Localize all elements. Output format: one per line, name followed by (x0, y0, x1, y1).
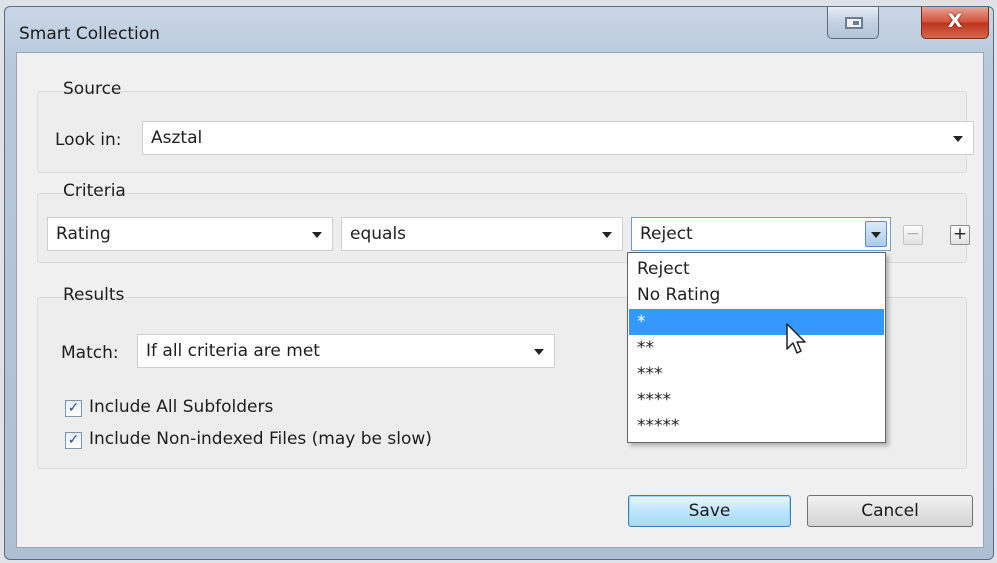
chevron-down-icon (602, 232, 612, 238)
include-subfolders-checkbox[interactable]: ✓ (65, 400, 82, 417)
mouse-cursor-icon (786, 323, 806, 354)
dropdown-option[interactable]: No Rating (629, 282, 884, 308)
criteria-value-value: Reject (640, 224, 693, 244)
rating-dropdown-list: Reject No Rating * ** *** **** ***** (627, 252, 886, 443)
cancel-button[interactable]: Cancel (807, 495, 973, 527)
dropdown-option[interactable]: Reject (629, 256, 884, 282)
criteria-operator-select[interactable]: equals (341, 217, 623, 251)
remove-criteria-button[interactable]: − (903, 225, 923, 245)
match-label: Match: (61, 343, 119, 363)
criteria-field-value: Rating (56, 224, 111, 244)
chevron-down-icon (534, 349, 544, 355)
source-group-label: Source (63, 79, 122, 99)
dropdown-option[interactable]: ** (629, 335, 884, 361)
add-criteria-button[interactable]: + (950, 225, 970, 245)
save-button[interactable]: Save (628, 495, 791, 527)
match-value: If all criteria are met (146, 341, 320, 361)
restore-button[interactable] (827, 7, 879, 39)
criteria-operator-value: equals (350, 224, 407, 244)
chevron-down-icon (871, 232, 881, 238)
results-group-label: Results (63, 285, 125, 305)
include-nonindexed-checkbox[interactable]: ✓ (65, 432, 82, 449)
look-in-select[interactable]: Asztal (142, 121, 974, 155)
dropdown-option-selected[interactable]: * (629, 309, 884, 335)
dropdown-option[interactable]: **** (629, 387, 884, 413)
criteria-field-select[interactable]: Rating (47, 217, 333, 251)
match-select[interactable]: If all criteria are met (137, 334, 555, 368)
dropdown-option[interactable]: ***** (629, 413, 884, 439)
include-subfolders-label: Include All Subfolders (89, 397, 274, 417)
close-button[interactable]: X (921, 7, 989, 39)
look-in-value: Asztal (151, 128, 203, 148)
window-title: Smart Collection (19, 24, 160, 44)
restore-icon (845, 17, 863, 29)
criteria-value-select[interactable]: Reject (631, 217, 891, 251)
chevron-down-icon (312, 232, 322, 238)
look-in-label: Look in: (55, 130, 122, 150)
chevron-down-icon (953, 136, 963, 142)
dropdown-button[interactable] (865, 221, 887, 247)
close-icon: X (947, 10, 963, 32)
include-nonindexed-label: Include Non-indexed Files (may be slow) (89, 429, 432, 449)
criteria-group-label: Criteria (63, 181, 126, 201)
dropdown-option[interactable]: *** (629, 361, 884, 387)
